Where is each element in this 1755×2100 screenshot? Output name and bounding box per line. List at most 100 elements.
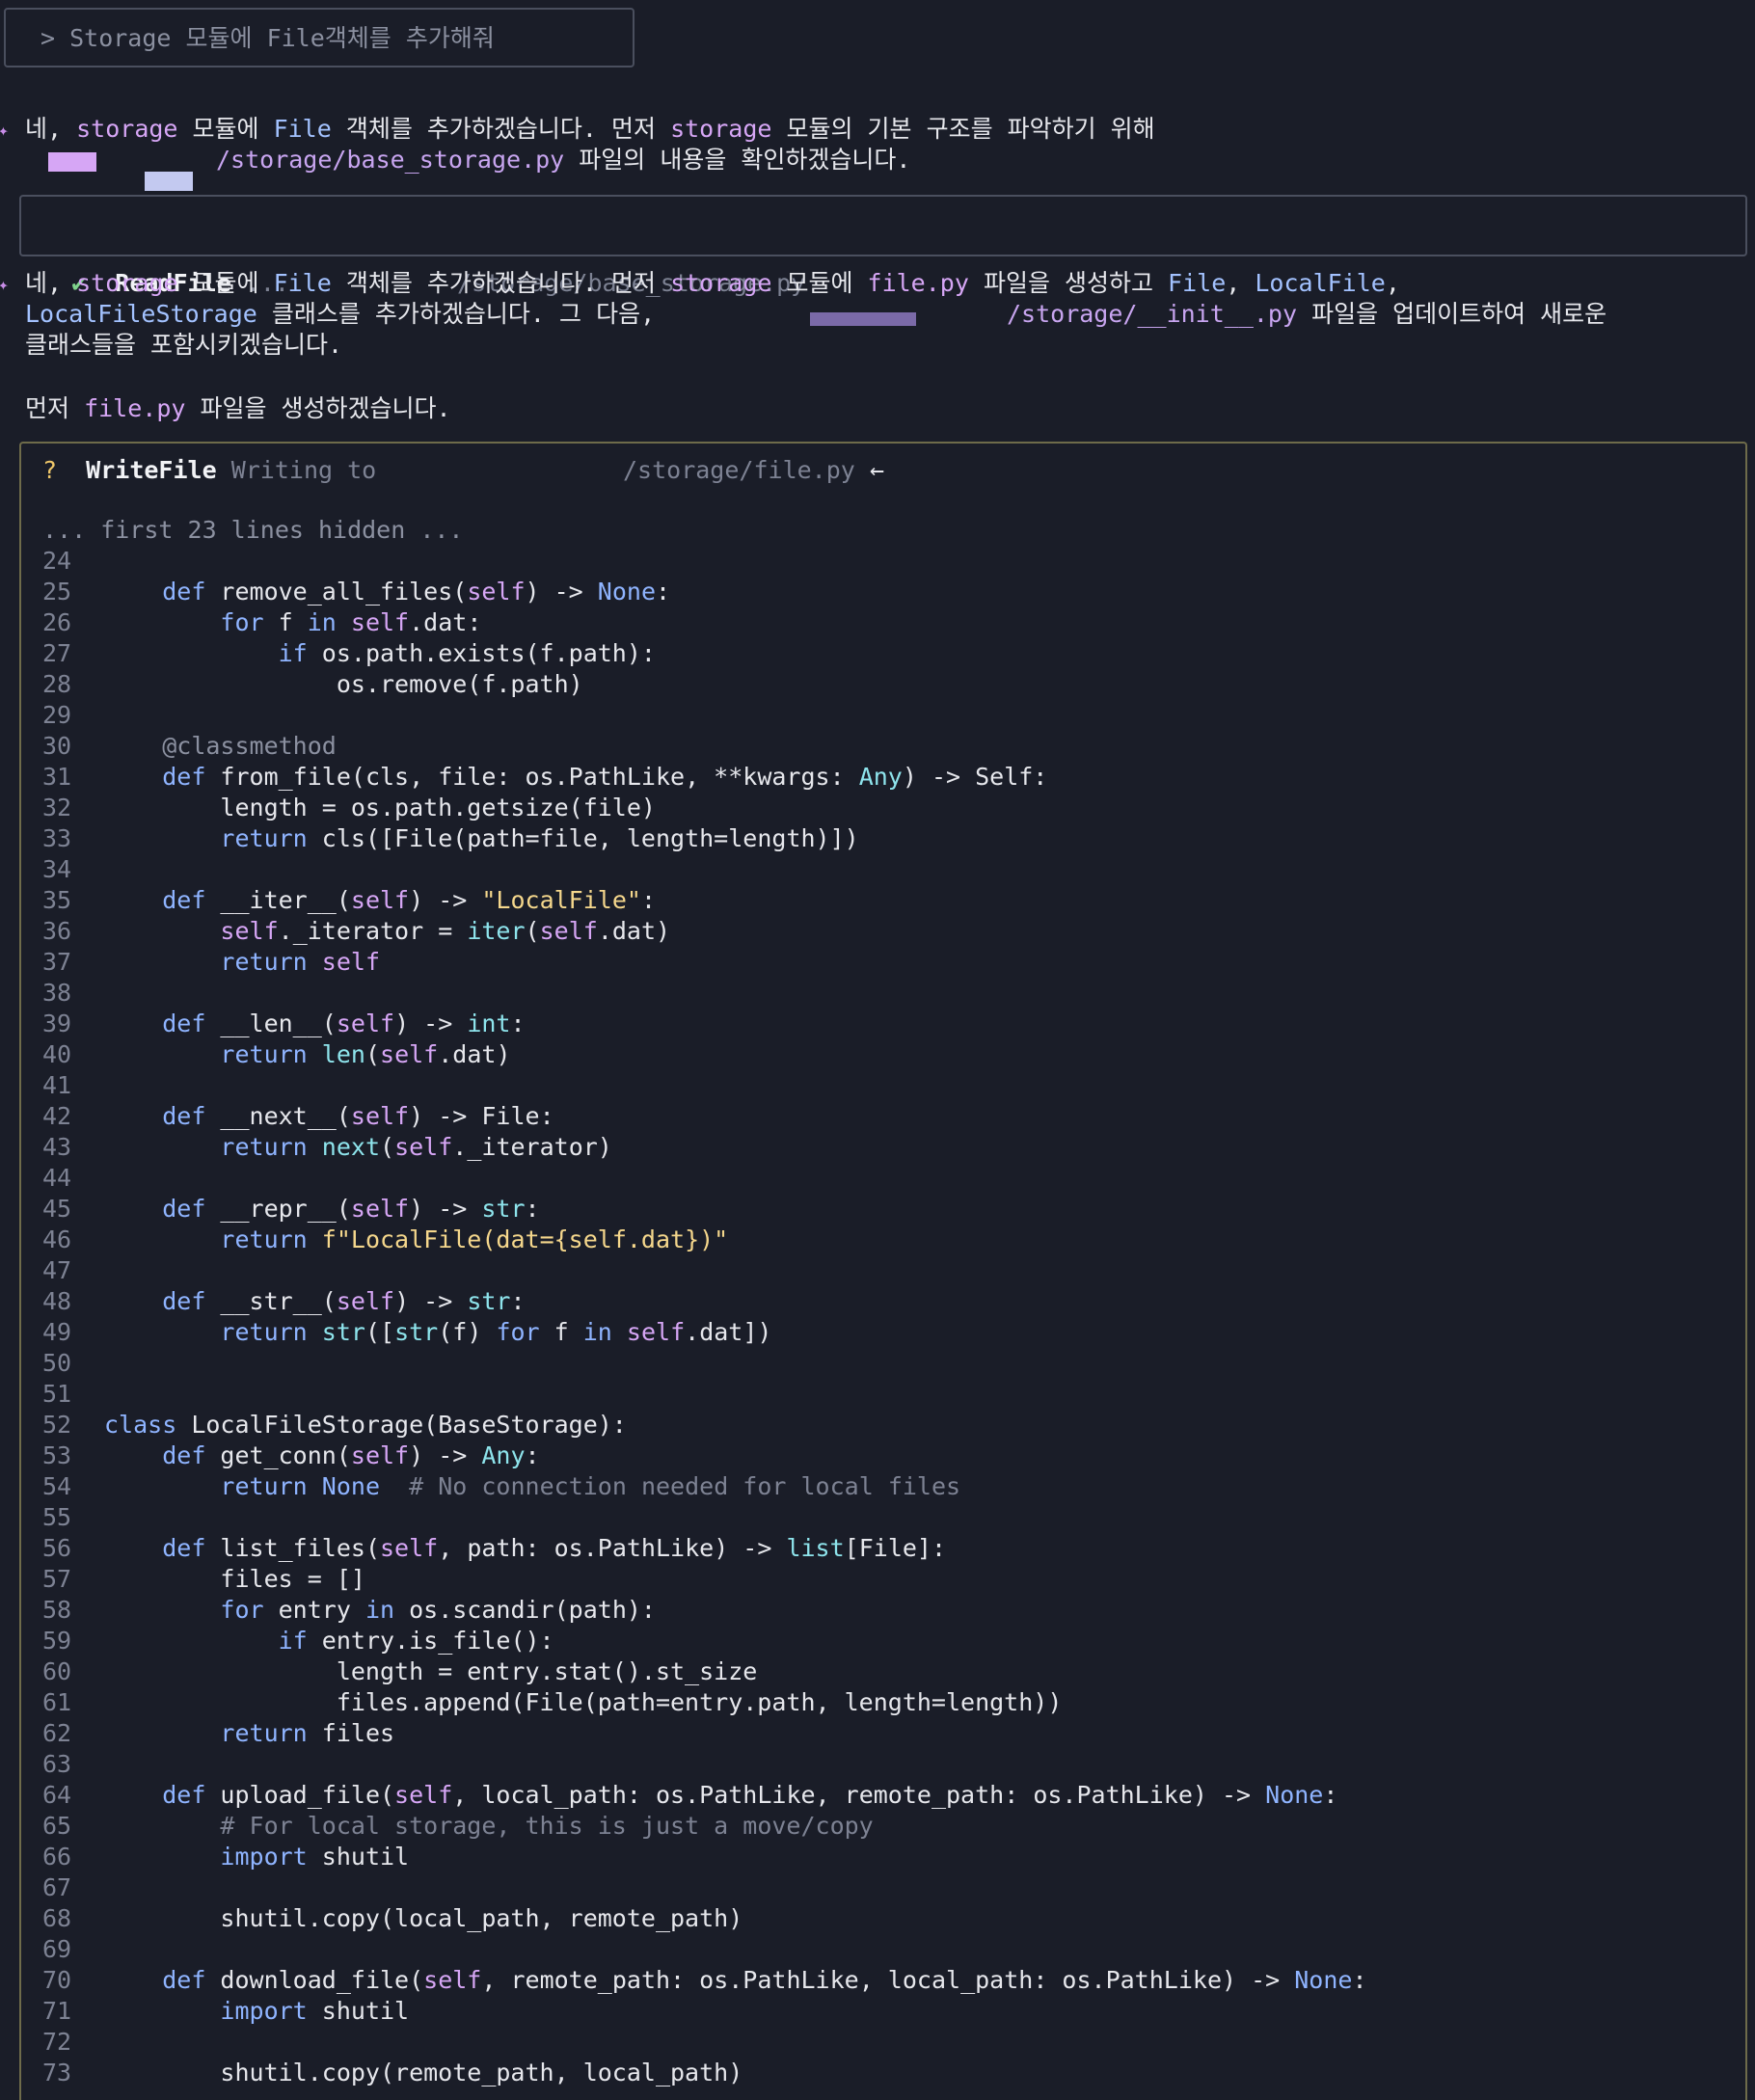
- line-number: 54: [42, 1472, 72, 1500]
- inline-code: LocalFile: [1255, 269, 1386, 297]
- line-number: 66: [42, 1843, 72, 1871]
- line-number: 31: [42, 763, 72, 791]
- inline-code: File: [1168, 269, 1227, 297]
- line-number: 69: [42, 1935, 72, 1963]
- line-number: 25: [42, 578, 72, 606]
- code-line: 39 def __len__(self) -> int:: [42, 1010, 526, 1037]
- line-number: 33: [42, 824, 72, 852]
- code-line: 30 @classmethod: [42, 732, 337, 760]
- line-number: 34: [42, 855, 72, 883]
- code-line: 58 for entry in os.scandir(path):: [42, 1596, 656, 1624]
- code-line: 60 length = entry.stat().st_size: [42, 1657, 758, 1685]
- redaction-block: [48, 148, 96, 179]
- line-number: 39: [42, 1010, 72, 1037]
- code-line: 69: [42, 1935, 104, 1963]
- line-number: 45: [42, 1195, 72, 1223]
- line-number: 37: [42, 948, 72, 976]
- line-number: 61: [42, 1688, 72, 1716]
- inline-code: File: [273, 115, 332, 143]
- line-number: 47: [42, 1256, 72, 1284]
- inline-code: storage: [76, 269, 178, 297]
- line-number: 64: [42, 1781, 72, 1809]
- code-line: 24: [42, 547, 104, 575]
- code-line: 44: [42, 1164, 104, 1192]
- file-path: /storage/file.py: [623, 456, 855, 484]
- line-number: 60: [42, 1657, 72, 1685]
- code-line: 50: [42, 1349, 104, 1377]
- code-line: 56 def list_files(self, path: os.PathLik…: [42, 1534, 947, 1562]
- line-number: 51: [42, 1380, 72, 1408]
- line-number: 43: [42, 1133, 72, 1161]
- line-number: 29: [42, 701, 72, 729]
- code-line: 61 files.append(File(path=entry.path, le…: [42, 1688, 1063, 1716]
- code-line: 41: [42, 1071, 104, 1099]
- line-number: 24: [42, 547, 72, 575]
- code-line: 28 os.remove(f.path): [42, 670, 583, 698]
- code-line: 52 class LocalFileStorage(BaseStorage):: [42, 1411, 627, 1439]
- line-number: 56: [42, 1534, 72, 1562]
- code-preview: ... first 23 lines hidden ... 24 25 def …: [42, 515, 1367, 2088]
- line-number: 40: [42, 1040, 72, 1068]
- code-line: 31 def from_file(cls, file: os.PathLike,…: [42, 763, 1048, 791]
- code-line: 42 def __next__(self) -> File:: [42, 1102, 554, 1130]
- code-line: 40 return len(self.dat): [42, 1040, 511, 1068]
- file-path: /storage/__init__.py: [1007, 300, 1298, 328]
- code-line: 35 def __iter__(self) -> "LocalFile":: [42, 886, 657, 914]
- line-number: 52: [42, 1411, 72, 1439]
- code-line: 38: [42, 979, 104, 1007]
- code-line: 62 return files: [42, 1719, 395, 1747]
- code-line: 72: [42, 2028, 104, 2056]
- tool-name: WriteFile: [86, 456, 217, 484]
- line-number: 35: [42, 886, 72, 914]
- redaction-block: [810, 303, 916, 334]
- line-number: 72: [42, 2028, 72, 2056]
- code-line: 47: [42, 1256, 104, 1284]
- line-number: 68: [42, 1904, 72, 1932]
- code-line: 36 self._iterator = iter(self.dat): [42, 917, 671, 945]
- line-number: 73: [42, 2059, 72, 2087]
- question-icon: ?: [42, 456, 58, 484]
- line-number: 58: [42, 1596, 72, 1624]
- code-line: 63: [42, 1750, 104, 1778]
- line-number: 55: [42, 1503, 72, 1531]
- code-line: 49 return str([str(f) for f in self.dat]…: [42, 1318, 772, 1346]
- inline-code: storage: [670, 269, 772, 297]
- code-line: 46 return f"LocalFile(dat={self.dat})": [42, 1225, 729, 1253]
- code-line: 66 import shutil: [42, 1843, 410, 1871]
- line-number: 63: [42, 1750, 72, 1778]
- code-line: 32 length = os.path.getsize(file): [42, 794, 656, 821]
- inline-code: file.py: [867, 269, 969, 297]
- line-number: 53: [42, 1441, 72, 1469]
- inline-code: file.py: [84, 394, 186, 422]
- code-line: 54 return None # No connection needed fo…: [42, 1472, 961, 1500]
- line-number: 30: [42, 732, 72, 760]
- code-line: 70 def download_file(self, remote_path: …: [42, 1966, 1367, 1994]
- code-line: 29: [42, 701, 104, 729]
- code-line: 37 return self: [42, 948, 381, 976]
- inline-code: File: [273, 269, 332, 297]
- line-number: 49: [42, 1318, 72, 1346]
- inline-code: storage: [76, 115, 178, 143]
- line-number: 57: [42, 1565, 72, 1593]
- line-number: 42: [42, 1102, 72, 1130]
- code-line: 53 def get_conn(self) -> Any:: [42, 1441, 540, 1469]
- line-number: 50: [42, 1349, 72, 1377]
- code-line: 65 # For local storage, this is just a m…: [42, 1812, 874, 1840]
- readfile-tool-box: ✔ ReadFile .../storage/base_storage.py: [19, 195, 1747, 297]
- code-line: 33 return cls([File(path=file, length=le…: [42, 824, 859, 852]
- code-line: 71 import shutil: [42, 1997, 410, 2025]
- inline-code: LocalFileStorage: [25, 300, 257, 328]
- line-number: 46: [42, 1225, 72, 1253]
- line-number: 36: [42, 917, 72, 945]
- code-line: 43 return next(self._iterator): [42, 1133, 612, 1161]
- arrow-left-icon: ←: [869, 456, 884, 484]
- code-line: 55: [42, 1503, 104, 1531]
- hidden-lines-note: ... first 23 lines hidden ...: [42, 516, 464, 544]
- line-number: 32: [42, 794, 72, 821]
- line-number: 59: [42, 1627, 72, 1655]
- inline-code: storage: [670, 115, 772, 143]
- line-number: 71: [42, 1997, 72, 2025]
- line-number: 67: [42, 1873, 72, 1901]
- code-line: 59 if entry.is_file():: [42, 1627, 554, 1655]
- line-number: 38: [42, 979, 72, 1007]
